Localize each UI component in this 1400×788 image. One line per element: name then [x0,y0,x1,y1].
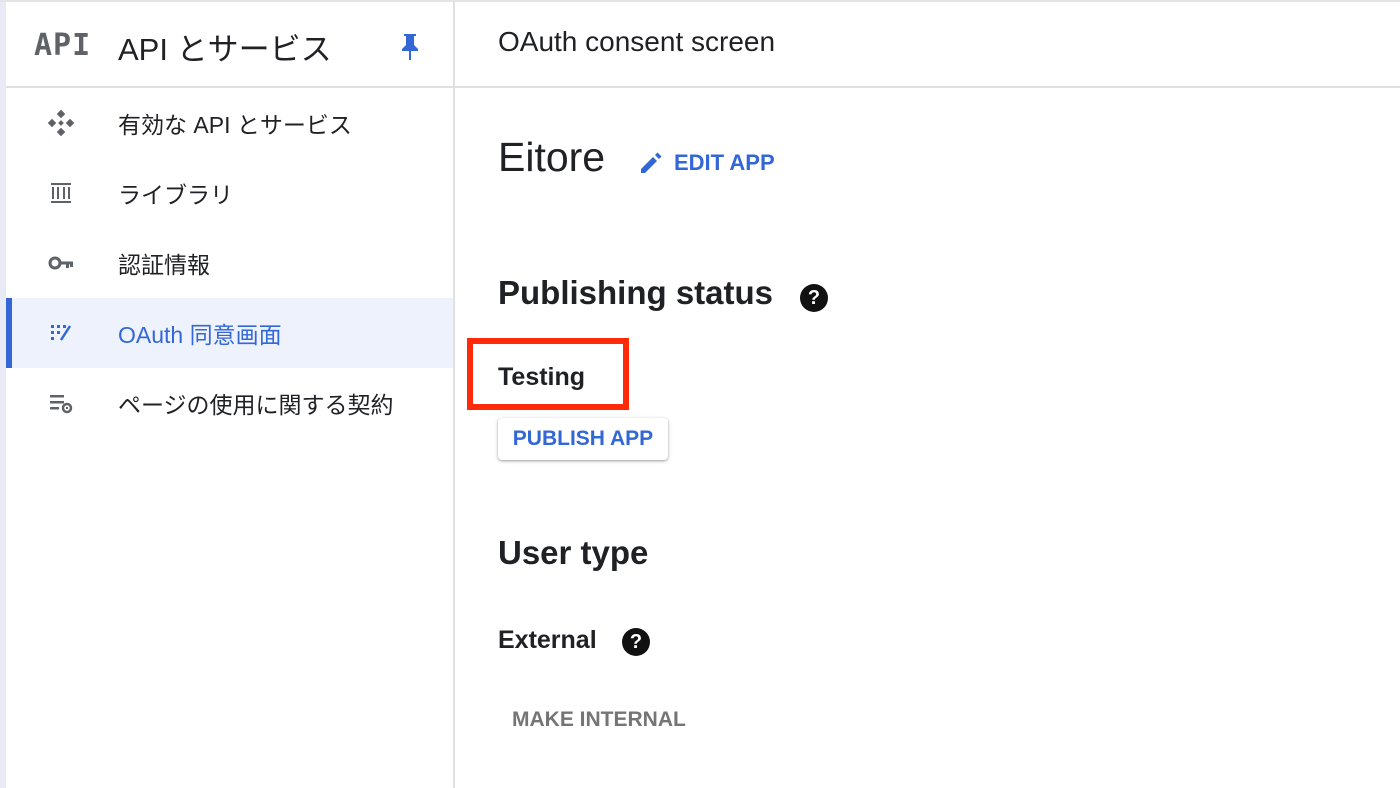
user-type-heading: User type [498,534,649,571]
product-header: API API とサービス [6,2,453,86]
sidebar: API API とサービス 有効な API とサービス ライブラリ 認証情報 O… [6,2,453,788]
key-icon [46,248,76,278]
api-logo: API [34,28,92,63]
edit-app-button[interactable]: EDIT APP [636,148,775,178]
pin-icon[interactable] [398,32,422,62]
product-title: API とサービス [118,32,332,67]
edit-app-label: EDIT APP [674,150,775,175]
sidebar-item-page-usage-agreements[interactable]: ページの使用に関する契約 [6,368,453,438]
make-internal-button[interactable]: MAKE INTERNAL [498,700,698,740]
sidebar-item-library[interactable]: ライブラリ [6,158,453,228]
sidebar-item-enabled-apis[interactable]: 有効な API とサービス [6,88,453,158]
page-settings-icon [46,388,76,418]
publish-app-button[interactable]: PUBLISH APP [498,418,668,460]
sidebar-divider [453,2,455,788]
sidebar-item-label: 認証情報 [118,252,210,278]
sidebar-item-label: OAuth 同意画面 [118,322,282,348]
sidebar-item-label: ライブラリ [118,182,233,208]
help-icon[interactable]: ? [622,628,650,656]
library-icon [46,178,76,208]
sidebar-item-credentials[interactable]: 認証情報 [6,228,453,298]
page-title: OAuth consent screen [498,26,776,57]
api-diamond-icon [46,108,76,138]
sidebar-item-label: 有効な API とサービス [118,112,352,138]
sidebar-item-label: ページの使用に関する契約 [118,392,394,418]
sidebar-item-oauth-consent[interactable]: OAuth 同意画面 [6,298,453,368]
app-name: Eitore [498,134,606,180]
highlight-box [467,338,629,410]
publishing-status-heading: Publishing status [498,274,774,311]
sidebar-nav: 有効な API とサービス ライブラリ 認証情報 OAuth 同意画面 ページの… [6,88,453,438]
oauth-consent-icon [46,318,76,348]
header-divider [6,86,1400,88]
pencil-icon [641,152,662,173]
user-type-value: External [498,626,597,654]
help-icon[interactable]: ? [800,284,828,312]
